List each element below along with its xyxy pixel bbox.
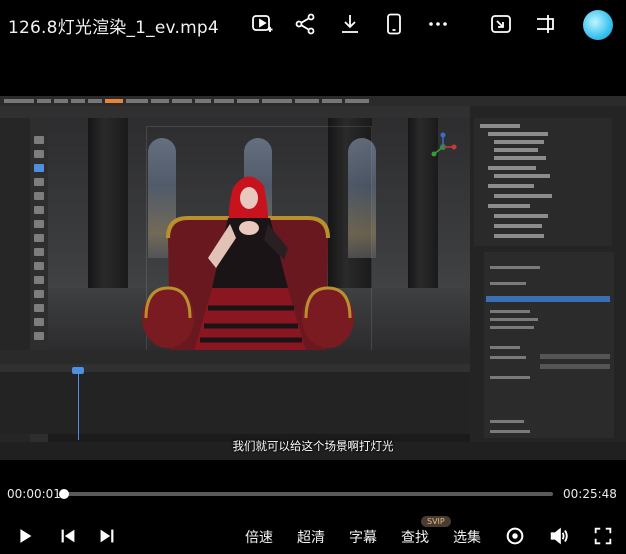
subtitle-button[interactable]: 字幕 [349,527,377,547]
top-bar: 126.8灯光渲染_1_ev.mp4 [0,0,626,50]
blender-menubar [0,96,626,106]
video-play-icon[interactable] [248,10,276,38]
volume-button[interactable] [546,522,572,550]
play-button[interactable] [12,522,38,550]
timeline-playhead[interactable] [78,370,79,440]
target-icon [506,527,524,545]
skip-next-icon [100,529,114,543]
video-title: 126.8灯光渲染_1_ev.mp4 [8,18,219,38]
timeline[interactable] [0,364,470,434]
progress-bar[interactable] [63,492,553,496]
total-time: 00:25:48 [563,487,617,501]
avatar[interactable] [583,10,613,40]
progress-knob[interactable] [59,489,69,499]
video-subtitle: 我们就可以给这个场景啊打灯光 [232,439,394,453]
fullscreen-button[interactable] [590,522,616,550]
navigation-gizmo[interactable] [428,132,458,162]
loop-button[interactable] [503,522,527,550]
fullscreen-icon [594,527,612,545]
phone-icon[interactable] [380,10,408,38]
current-time: 00:00:01 [7,487,61,501]
properties-selected-row [486,296,610,302]
next-button[interactable] [94,522,120,550]
download-icon[interactable] [336,10,364,38]
quality-button[interactable]: 超清 [297,527,325,547]
more-icon[interactable] [424,10,452,38]
blender-properties-panel[interactable] [484,252,614,438]
exit-fullscreen-icon[interactable] [531,10,559,38]
share-icon[interactable] [291,10,319,38]
blender-toolbar [0,106,470,118]
search-button[interactable]: 查找 [401,527,429,547]
svip-badge: SVIP [421,516,451,527]
previous-button[interactable] [55,522,81,550]
timeline-header [0,350,470,364]
picture-in-picture-icon[interactable] [487,10,515,38]
volume-icon [550,527,568,545]
speed-button[interactable]: 倍速 [245,527,273,547]
skip-previous-icon [61,529,75,543]
timeline-ruler [0,364,470,372]
episodes-button[interactable]: 选集 [453,527,481,547]
video-frame[interactable] [0,96,626,460]
play-icon [20,529,32,543]
blender-viewport[interactable] [48,118,470,350]
character-on-throne [142,176,354,350]
timeline-frame-marker [72,367,84,374]
